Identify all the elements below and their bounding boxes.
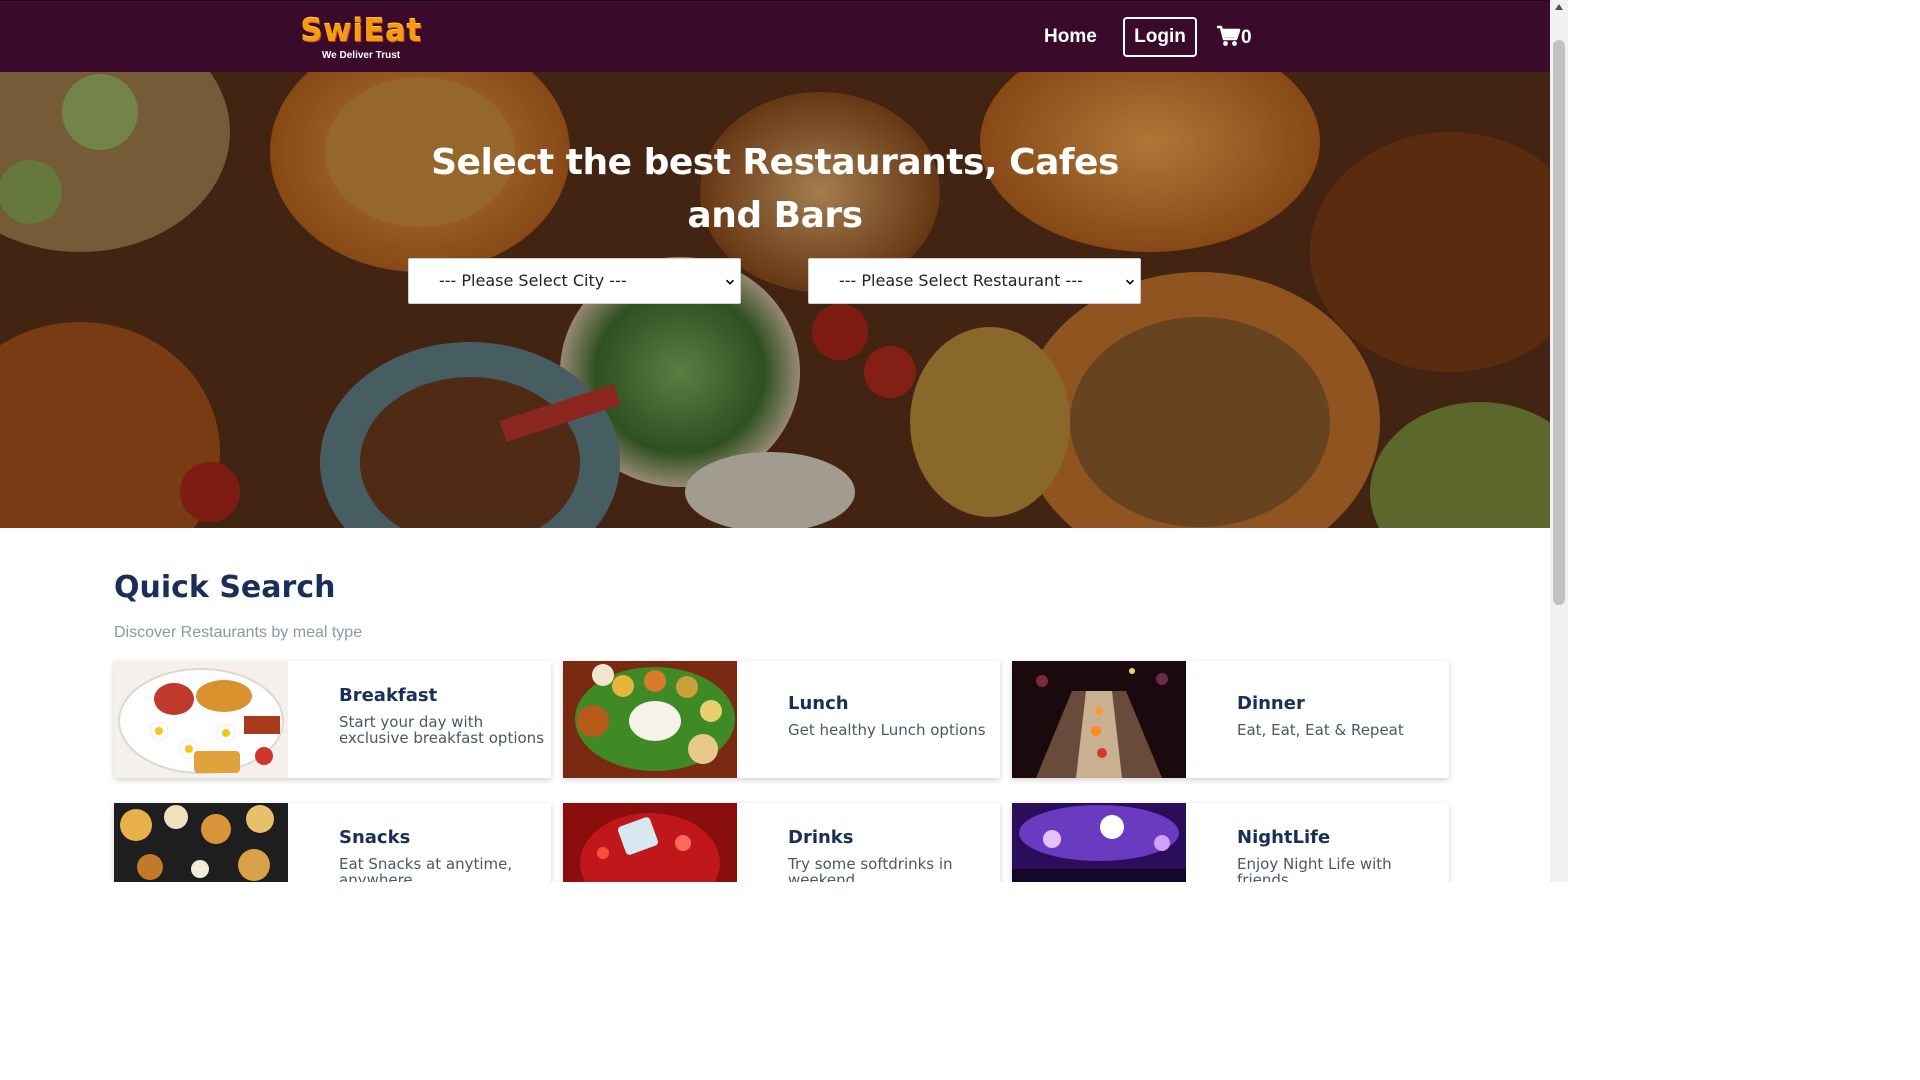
hero-banner: Select the best Restaurants, Cafes and B… (0, 72, 1550, 528)
vertical-scrollbar[interactable] (1550, 0, 1568, 882)
meal-card-description: Eat Snacks at anytime, anywhere (339, 855, 513, 882)
meal-card-description: Get healthy Lunch options (788, 721, 986, 739)
meal-card-description: Start your day with exclusive breakfast … (339, 713, 545, 747)
drinks-image (563, 803, 737, 882)
login-button[interactable]: Login (1123, 17, 1197, 57)
snacks-image (114, 803, 288, 882)
lunch-image (563, 661, 737, 778)
restaurant-select-value: --- Please Select Restaurant --- (839, 271, 1083, 290)
meal-card-dinner[interactable]: Dinner Eat, Eat, Eat & Repeat (1012, 661, 1449, 778)
meal-card-snacks[interactable]: Snacks Eat Snacks at anytime, anywhere (114, 803, 551, 882)
meal-card-lunch[interactable]: Lunch Get healthy Lunch options (563, 661, 1000, 778)
city-select[interactable]: --- Please Select City --- (408, 258, 741, 304)
cart-icon (1217, 25, 1241, 46)
meal-card-title: NightLife (1237, 827, 1331, 848)
meal-card-description: Eat, Eat, Eat & Repeat (1237, 721, 1404, 739)
scrollbar-thumb[interactable] (1553, 40, 1565, 605)
hero-title: Select the best Restaurants, Cafes and B… (431, 142, 1119, 236)
quick-search-title: Quick Search (114, 570, 336, 605)
meal-card-breakfast[interactable]: Breakfast Start your day with exclusive … (114, 661, 551, 778)
dinner-image (1012, 661, 1186, 778)
city-select-value: --- Please Select City --- (439, 271, 627, 290)
meal-card-drinks[interactable]: Drinks Try some softdrinks in weekend (563, 803, 1000, 882)
chevron-down-icon (1122, 275, 1136, 289)
meal-card-title: Lunch (788, 693, 849, 714)
scroll-up-arrow-icon[interactable] (1555, 4, 1563, 10)
meal-card-title: Snacks (339, 827, 411, 848)
restaurant-select[interactable]: --- Please Select Restaurant --- (808, 258, 1141, 304)
nav-home-link[interactable]: Home (1044, 23, 1097, 51)
brand-name: SwiEat (300, 13, 422, 49)
breakfast-image (114, 661, 288, 778)
cart-count: 0 (1241, 27, 1252, 48)
brand-logo[interactable]: SwiEat We Deliver Trust (298, 13, 424, 65)
quick-search-subtitle: Discover Restaurants by meal type (114, 624, 363, 641)
page: SwiEat We Deliver Trust Home Login 0 Sel… (0, 0, 1568, 882)
nightlife-image (1012, 803, 1186, 882)
navbar: SwiEat We Deliver Trust Home Login 0 (0, 0, 1550, 72)
cart-button[interactable]: 0 (1216, 23, 1256, 51)
chevron-down-icon (722, 275, 736, 289)
meal-card-description: Enjoy Night Life with friends (1237, 855, 1392, 882)
meal-card-title: Drinks (788, 827, 854, 848)
meal-card-nightlife[interactable]: NightLife Enjoy Night Life with friends (1012, 803, 1449, 882)
meal-card-title: Breakfast (339, 685, 438, 706)
brand-tagline: We Deliver Trust (321, 50, 401, 61)
meal-card-description: Try some softdrinks in weekend (788, 855, 953, 882)
meal-card-title: Dinner (1237, 693, 1305, 714)
